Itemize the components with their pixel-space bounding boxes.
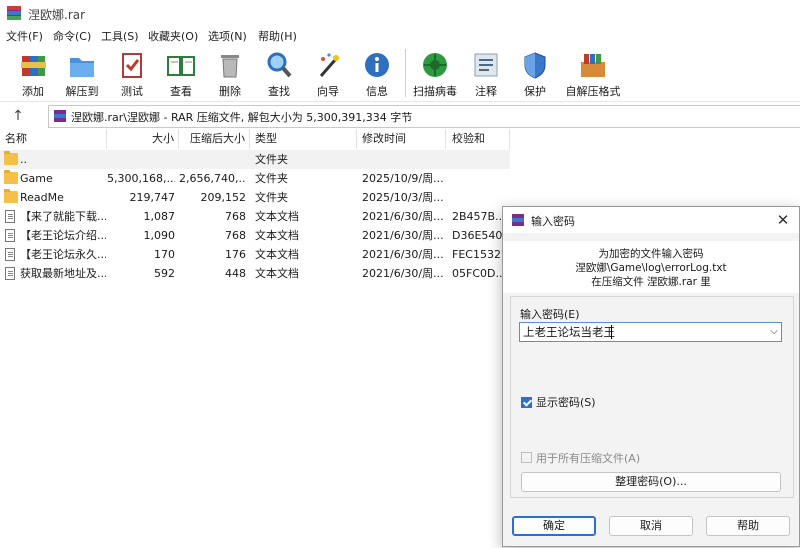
sfx-label: 自解压格式 xyxy=(565,85,621,98)
test-button[interactable]: 测试 xyxy=(109,47,155,99)
protect-label: 保护 xyxy=(524,85,546,98)
menu-options[interactable]: 选项(N) xyxy=(208,28,247,44)
list-item[interactable]: 【老王论坛介绍... 1,090 768 文本文档 2021/6/30/周...… xyxy=(0,226,510,245)
menu-command[interactable]: 命令(C) xyxy=(53,28,91,44)
search-icon xyxy=(267,52,292,78)
text-document-icon xyxy=(5,229,15,242)
list-item[interactable]: .. 文件夹 xyxy=(0,150,510,169)
password-dialog: 输入密码 ✕ 为加密的文件输入密码 涅欧娜\Game\log\errorLog.… xyxy=(502,206,800,547)
info-line-2: 涅欧娜\Game\log\errorLog.txt xyxy=(575,262,727,274)
dialog-title: 输入密码 xyxy=(531,215,575,228)
text-caret xyxy=(611,325,612,339)
view-button[interactable]: 查看 xyxy=(158,47,204,99)
address-text: 涅欧娜.rar\涅欧娜 - RAR 压缩文件, 解包大小为 5,300,391,… xyxy=(71,111,413,124)
info-button[interactable]: 信息 xyxy=(354,47,400,99)
menu-tools[interactable]: 工具(S) xyxy=(101,28,139,44)
column-header-packed[interactable]: 压缩后大小 xyxy=(179,129,250,149)
sfx-icon xyxy=(581,54,605,77)
column-header-modified[interactable]: 修改时间 xyxy=(357,129,446,149)
list-item[interactable]: ReadMe 219,747 209,152 文件夹 2025/10/3/周..… xyxy=(0,188,510,207)
list-item[interactable]: Game 5,300,168,... 2,656,740,... 文件夹 202… xyxy=(0,169,510,188)
shield-icon xyxy=(524,52,546,79)
comment-button[interactable]: 注释 xyxy=(463,47,509,99)
info-label: 信息 xyxy=(366,85,388,98)
comment-icon xyxy=(474,53,498,77)
help-button[interactable]: 帮助 xyxy=(706,516,790,536)
find-button[interactable]: 查找 xyxy=(256,47,302,99)
show-password-label[interactable]: 显示密码(S) xyxy=(536,394,596,410)
menu-favorites[interactable]: 收藏夹(O) xyxy=(148,28,198,44)
up-arrow-icon[interactable]: ↑ xyxy=(8,106,28,126)
password-group: 输入密码(E) 上老王论坛当老王 ⌵ 显示密码(S) 用于所有压缩文件(A) 整… xyxy=(510,296,794,498)
title-bar: 涅欧娜.rar xyxy=(0,0,800,26)
list-item[interactable]: 【来了就能下载... 1,087 768 文本文档 2021/6/30/周...… xyxy=(0,207,510,226)
virus-scan-button[interactable]: 扫描病毒 xyxy=(412,47,458,99)
folder-icon xyxy=(4,151,18,165)
add-button[interactable]: 添加 xyxy=(10,47,56,99)
extract-to-button[interactable]: 解压到 xyxy=(59,47,105,99)
column-header-size[interactable]: 大小 xyxy=(107,129,179,149)
dialog-title-bar: 输入密码 ✕ xyxy=(503,207,799,233)
info-icon xyxy=(365,53,389,77)
add-icon xyxy=(21,56,46,76)
folder-icon xyxy=(4,189,18,203)
address-bar[interactable]: 涅欧娜.rar\涅欧娜 - RAR 压缩文件, 解包大小为 5,300,391,… xyxy=(48,105,800,128)
sfx-button[interactable]: 自解压格式 xyxy=(566,47,621,99)
chevron-down-icon[interactable]: ⌵ xyxy=(768,323,780,341)
password-input[interactable]: 上老王论坛当老王 ⌵ xyxy=(519,322,782,342)
trash-icon xyxy=(221,55,239,78)
close-icon[interactable]: ✕ xyxy=(773,210,793,230)
info-line-3: 在压缩文件 涅欧娜.rar 里 xyxy=(591,276,711,288)
winrar-logo-icon xyxy=(7,6,21,20)
list-item[interactable]: 获取最新地址及... 592 448 文本文档 2021/6/30/周... 0… xyxy=(0,264,510,283)
file-list: 名称 大小 压缩后大小 类型 修改时间 校验和 .. 文件夹 Game 5,30… xyxy=(0,129,510,299)
delete-button[interactable]: 删除 xyxy=(207,47,253,99)
list-item[interactable]: 【老王论坛永久... 170 176 文本文档 2021/6/30/周... F… xyxy=(0,245,510,264)
info-line-1: 为加密的文件输入密码 xyxy=(598,248,704,260)
winrar-logo-icon xyxy=(512,214,524,226)
column-header-type[interactable]: 类型 xyxy=(250,129,357,149)
wizard-wand-icon xyxy=(319,53,339,77)
wizard-button[interactable]: 向导 xyxy=(305,47,351,99)
show-password-checkbox[interactable] xyxy=(521,397,532,408)
column-header-name[interactable]: 名称 xyxy=(0,129,107,149)
folder-icon xyxy=(4,170,18,184)
window-title: 涅欧娜.rar xyxy=(28,8,86,22)
extract-to-icon xyxy=(70,58,94,77)
address-row: ↑ 涅欧娜.rar\涅欧娜 - RAR 压缩文件, 解包大小为 5,300,39… xyxy=(0,103,800,129)
view-icon xyxy=(167,56,195,76)
organize-passwords-button[interactable]: 整理密码(O)... xyxy=(521,472,781,492)
protect-button[interactable]: 保护 xyxy=(512,47,558,99)
menu-help[interactable]: 帮助(H) xyxy=(258,28,297,44)
text-document-icon xyxy=(5,210,15,223)
text-document-icon xyxy=(5,267,15,280)
menu-file[interactable]: 文件(F) xyxy=(6,28,43,44)
menu-bar: 文件(F) 命令(C) 工具(S) 收藏夹(O) 选项(N) 帮助(H) xyxy=(0,26,800,45)
test-icon xyxy=(122,53,142,78)
password-label: 输入密码(E) xyxy=(520,308,580,321)
archive-icon xyxy=(54,110,66,122)
use-for-all-checkbox[interactable] xyxy=(521,452,532,463)
virus-scan-icon xyxy=(423,53,447,77)
cancel-button[interactable]: 取消 xyxy=(609,516,693,536)
use-for-all-label[interactable]: 用于所有压缩文件(A) xyxy=(536,450,640,466)
ok-button[interactable]: 确定 xyxy=(512,516,596,536)
virus-scan-label: 扫描病毒 xyxy=(413,85,457,98)
text-document-icon xyxy=(5,248,15,261)
password-value: 上老王论坛当老王 xyxy=(523,325,615,339)
toolbar: 添加 解压到 测试 查看 删除 查找 向导 信息 扫描病毒 注释 保护 自解压格… xyxy=(0,45,800,102)
column-header-crc[interactable]: 校验和 xyxy=(446,129,510,149)
dialog-info: 为加密的文件输入密码 涅欧娜\Game\log\errorLog.txt 在压缩… xyxy=(503,241,799,293)
